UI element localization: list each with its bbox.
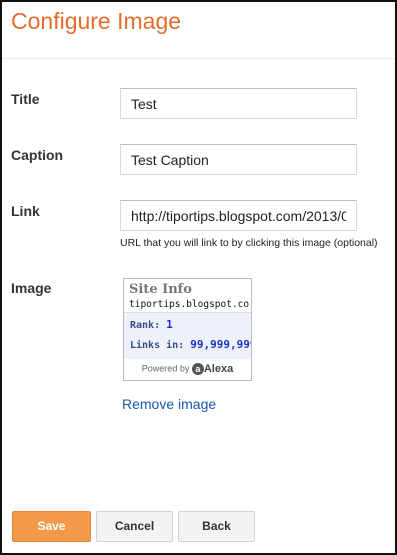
title-label: Title xyxy=(11,91,40,107)
widget-stats: Rank: 1 Links in: 99,999,999 xyxy=(124,313,251,359)
alexa-logo-word: Alexa xyxy=(203,363,234,375)
alexa-logo-icon: a xyxy=(191,363,204,375)
rank-label: Rank: xyxy=(130,320,161,331)
cancel-button[interactable]: Cancel xyxy=(96,511,173,542)
caption-input[interactable] xyxy=(120,144,357,175)
image-label: Image xyxy=(11,280,52,296)
link-label: Link xyxy=(11,203,40,219)
links-value: 99,999,999 xyxy=(190,338,252,351)
link-hint: URL that you will link to by clicking th… xyxy=(120,237,378,249)
links-label: Links in: xyxy=(130,340,185,351)
dialog-title: Configure Image xyxy=(11,8,182,34)
powered-by: Powered by a Alexa xyxy=(124,363,251,375)
image-thumbnail: Site Info tiportips.blogspot.co... Rank:… xyxy=(123,278,252,381)
link-input[interactable] xyxy=(120,200,357,231)
rank-value: 1 xyxy=(166,318,173,331)
powered-by-text: Powered by xyxy=(141,363,190,374)
back-button[interactable]: Back xyxy=(178,511,255,542)
links-row: Links in: 99,999,999 xyxy=(130,338,252,351)
configure-image-dialog: Configure Image Title Caption Link URL t… xyxy=(0,0,397,555)
widget-title: Site Info xyxy=(129,282,192,297)
save-button[interactable]: Save xyxy=(12,511,91,542)
widget-site: tiportips.blogspot.co... xyxy=(129,299,251,310)
dialog-header: Configure Image xyxy=(2,2,395,59)
remove-image-link[interactable]: Remove image xyxy=(122,396,216,412)
rank-row: Rank: 1 xyxy=(130,318,173,331)
caption-label: Caption xyxy=(11,147,64,163)
title-input[interactable] xyxy=(120,88,357,119)
